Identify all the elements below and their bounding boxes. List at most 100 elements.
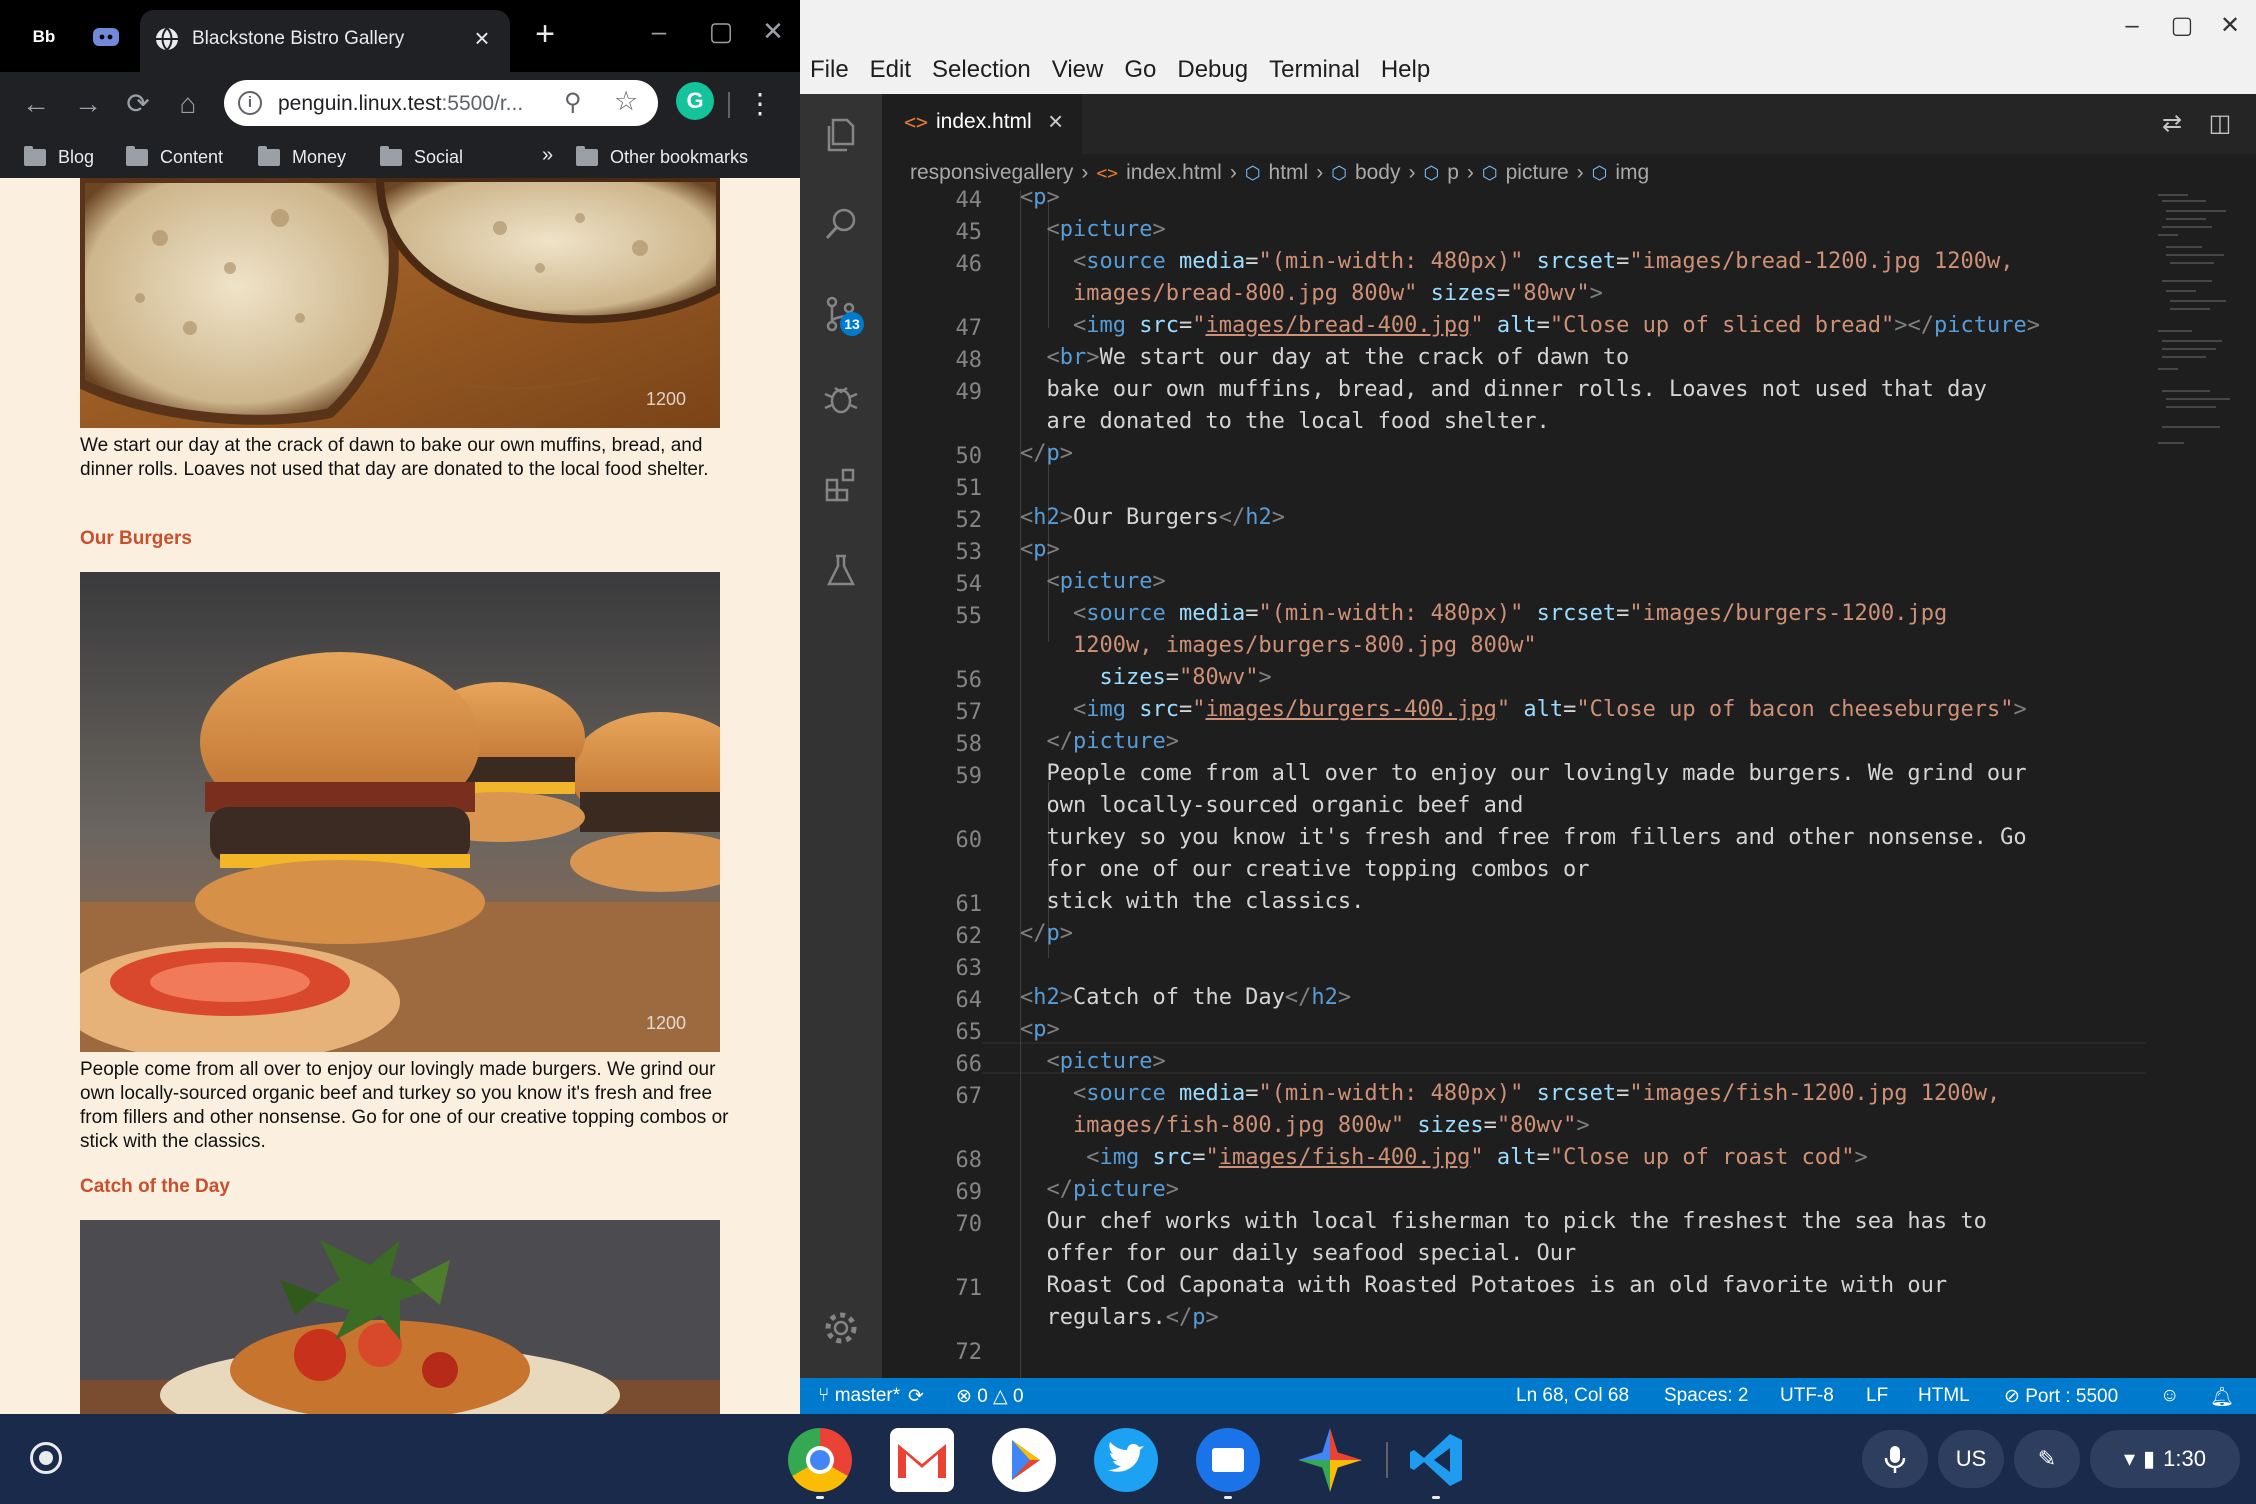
code-line: Roast Cod Caponata with Roasted Potatoes… <box>1020 1273 1948 1298</box>
menu-terminal[interactable]: Terminal <box>1269 56 1360 84</box>
close-editor-icon[interactable]: × <box>1048 106 1063 137</box>
line-number: 48 <box>955 348 983 373</box>
open-changes-icon[interactable]: ⇄ <box>2154 106 2190 142</box>
menu-edit[interactable]: Edit <box>870 56 911 84</box>
more-actions-icon[interactable]: ⋯ <box>2248 106 2256 142</box>
breadcrumb-body[interactable]: body <box>1355 161 1401 185</box>
reload-icon[interactable]: ⟳ <box>118 84 158 124</box>
bread-photo: 1200 <box>80 178 720 428</box>
breadcrumb-folder[interactable]: responsivegallery <box>910 161 1073 185</box>
testing-flask-icon[interactable] <box>821 550 861 590</box>
encoding-status[interactable]: UTF-8 <box>1780 1385 1834 1407</box>
eol-status[interactable]: LF <box>1866 1385 1888 1407</box>
notifications-bell-icon[interactable]: 🔔︎ <box>2210 1385 2234 1409</box>
problems-status[interactable]: ⊗ 0 △ 0 <box>956 1385 1024 1408</box>
menu-help[interactable]: Help <box>1381 56 1430 84</box>
tab-index-html[interactable]: <> index.html × <box>882 94 1082 154</box>
battery-icon: ▮ <box>2143 1446 2156 1471</box>
gmail-app-icon[interactable] <box>890 1428 954 1492</box>
menu-selection[interactable]: Selection <box>932 56 1031 84</box>
line-number: 63 <box>955 956 983 981</box>
code-line: turkey so you know it's fresh and free f… <box>1020 825 2027 850</box>
sync-icon[interactable]: ⟳ <box>908 1385 924 1408</box>
fish-image <box>80 1220 720 1414</box>
menu-go[interactable]: Go <box>1124 56 1156 84</box>
maximize-icon[interactable]: ▢ <box>704 14 738 48</box>
minimize-icon[interactable]: – <box>2114 8 2150 44</box>
close-window-icon[interactable]: ✕ <box>2212 8 2248 44</box>
minimize-icon[interactable]: – <box>642 14 676 48</box>
bookmark-blog[interactable]: Blog <box>24 144 94 170</box>
maximize-icon[interactable]: ▢ <box>2164 8 2200 44</box>
menu-debug[interactable]: Debug <box>1177 56 1248 84</box>
debug-icon[interactable] <box>821 378 861 418</box>
home-icon[interactable]: ⌂ <box>168 84 208 124</box>
vscode-window: – ▢ ✕ File Edit Selection View Go Debug … <box>800 0 2256 1414</box>
bookmark-content[interactable]: Content <box>126 144 223 170</box>
chrome-app-icon[interactable] <box>788 1428 852 1492</box>
desktop: Bb Blackstone Bistro Gallery × + – ▢ ✕ ←… <box>0 0 2256 1504</box>
vscode-app-icon[interactable] <box>1404 1428 1468 1492</box>
forward-icon[interactable]: → <box>68 84 108 124</box>
menu-file[interactable]: File <box>810 56 849 84</box>
bookmark-star-icon[interactable]: ☆ <box>614 86 638 117</box>
running-indicator <box>1224 1496 1232 1499</box>
launcher-icon[interactable] <box>30 1442 62 1474</box>
bookmark-other[interactable]: Other bookmarks <box>576 144 748 170</box>
code-line: </p> <box>1020 441 1073 466</box>
breadcrumb-picture[interactable]: picture <box>1506 161 1569 185</box>
split-editor-icon[interactable]: ◫ <box>2202 106 2238 142</box>
line-number: 46 <box>955 252 983 277</box>
breadcrumb-html[interactable]: html <box>1269 161 1309 185</box>
line-number: 56 <box>955 668 983 693</box>
breadcrumb-img[interactable]: img <box>1615 161 1649 185</box>
language-mode[interactable]: HTML <box>1918 1385 1970 1407</box>
cursor-position[interactable]: Ln 68, Col 68 <box>1516 1385 1629 1407</box>
pinned-tab-bb[interactable]: Bb <box>20 12 68 62</box>
zoom-icon[interactable]: ⚲ <box>564 88 582 117</box>
feedback-icon[interactable]: ☺ <box>2160 1385 2179 1407</box>
menu-view[interactable]: View <box>1052 56 1104 84</box>
close-tab-icon[interactable]: × <box>468 24 496 52</box>
site-info-icon[interactable]: i <box>238 91 262 115</box>
photos-app-icon[interactable] <box>1298 1428 1362 1492</box>
burgers-image <box>80 572 720 1052</box>
tab-blackstone-bistro[interactable]: Blackstone Bistro Gallery × <box>140 10 510 72</box>
twitter-app-icon[interactable] <box>1094 1428 1158 1492</box>
minimap[interactable] <box>2152 190 2242 1378</box>
new-tab-button[interactable]: + <box>528 16 562 52</box>
bookmarks-overflow-button[interactable]: » <box>542 144 553 167</box>
settings-gear-icon[interactable] <box>821 1308 861 1348</box>
input-method-button[interactable]: US <box>1938 1430 2004 1488</box>
folder-icon <box>258 145 280 166</box>
explorer-icon[interactable] <box>821 114 861 154</box>
breadcrumb-file[interactable]: index.html <box>1126 161 1222 185</box>
voice-input-button[interactable] <box>1862 1430 1928 1488</box>
files-app-icon[interactable] <box>1196 1428 1260 1492</box>
code-editor[interactable]: 44 45 46 47 48 49 50 51 52 53 54 55 56 5… <box>882 190 2256 1378</box>
system-tray[interactable]: ▾ ▮ 1:30 <box>2090 1430 2240 1488</box>
line-number: 62 <box>955 924 983 949</box>
address-bar[interactable]: i penguin.linux.test:5500/r... ⚲ ☆ <box>224 80 658 126</box>
grammarly-extension-icon[interactable]: G <box>676 82 714 120</box>
bookmark-money[interactable]: Money <box>258 144 346 170</box>
breadcrumb-p[interactable]: p <box>1447 161 1459 185</box>
code-line: <source media="(min-width: 480px)" srcse… <box>1072 1081 2001 1106</box>
stylus-tools-button[interactable]: ✎ <box>2014 1430 2080 1488</box>
close-window-icon[interactable]: ✕ <box>756 14 790 48</box>
url-text: penguin.linux.test:5500/r... <box>278 92 524 115</box>
chrome-menu-icon[interactable]: ⋮ <box>746 84 774 124</box>
code-line: <source media="(min-width: 480px)" srcse… <box>1072 601 1948 626</box>
pinned-tab-discord[interactable] <box>82 12 130 62</box>
back-icon[interactable]: ← <box>16 84 56 124</box>
live-server-port[interactable]: ⊘ Port : 5500 <box>2004 1385 2118 1408</box>
search-icon[interactable] <box>821 204 861 244</box>
bookmark-social[interactable]: Social <box>380 144 463 170</box>
input-method-label: US <box>1955 1446 1987 1471</box>
code-line: images/fish-800.jpg 800w" sizes="80wv"> <box>1072 1113 1590 1138</box>
indentation-status[interactable]: Spaces: 2 <box>1664 1385 1749 1407</box>
play-store-app-icon[interactable] <box>992 1428 1056 1492</box>
extensions-icon[interactable] <box>821 464 861 504</box>
line-number: 64 <box>955 988 983 1013</box>
git-branch-status[interactable]: ⑂ master* <box>818 1385 900 1407</box>
